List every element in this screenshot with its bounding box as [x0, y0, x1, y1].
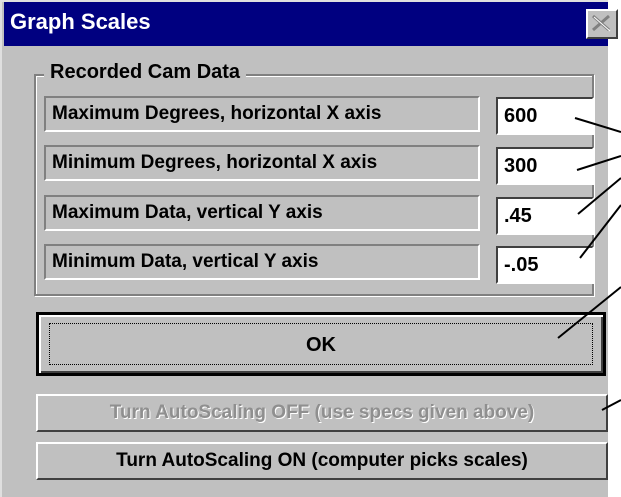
callout-line [576, 155, 621, 171]
callout-line [574, 117, 621, 133]
callout-line [601, 399, 621, 411]
callout-line [579, 204, 621, 259]
callout-line [577, 177, 621, 215]
callout-line [557, 286, 621, 339]
annotation-callout-lines [557, 117, 621, 411]
